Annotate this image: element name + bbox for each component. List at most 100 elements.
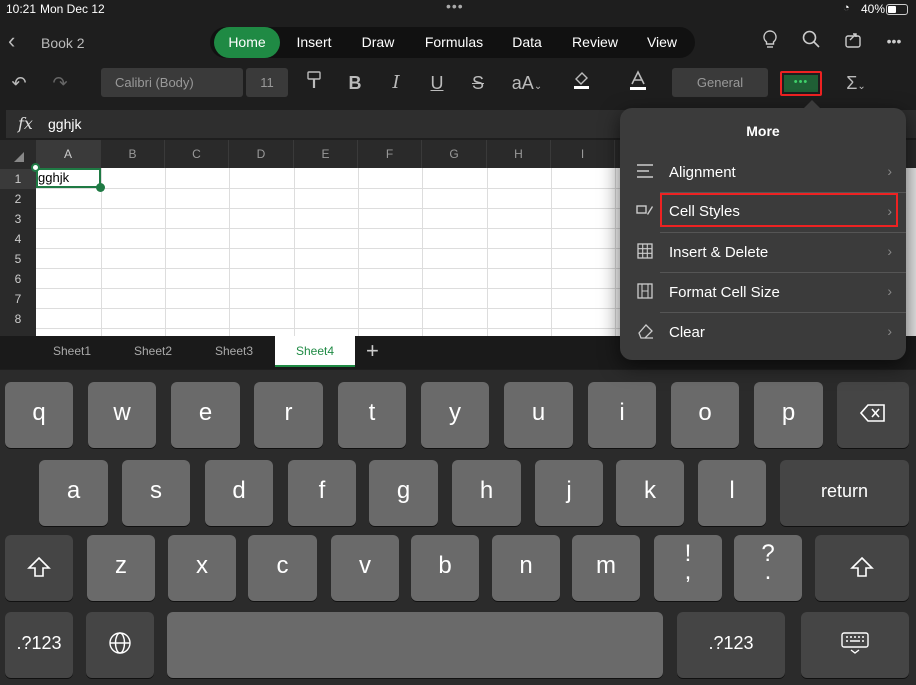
row-header-1[interactable]: 1 — [0, 169, 36, 189]
key-b[interactable]: b — [411, 535, 479, 601]
menu-item-insert-delete[interactable]: Insert & Delete › — [620, 233, 906, 273]
lightbulb-icon[interactable] — [759, 30, 781, 52]
ribbon-header: ‹ Book 2 Home Insert Draw Formulas Data … — [0, 20, 916, 64]
formula-value[interactable]: gghjk — [48, 116, 81, 132]
key-z[interactable]: z — [87, 535, 155, 601]
overflow-menu-icon[interactable]: ••• — [883, 30, 905, 52]
key-a[interactable]: a — [39, 460, 108, 526]
number-format-box[interactable]: General — [672, 68, 768, 97]
selection-handle-top[interactable] — [31, 163, 40, 172]
menu-item-clear[interactable]: Clear › — [620, 313, 906, 353]
italic-icon[interactable]: I — [385, 70, 407, 96]
add-sheet-icon[interactable]: + — [366, 338, 379, 364]
back-chevron-icon[interactable]: ‹ — [8, 30, 15, 52]
key-u[interactable]: u — [504, 382, 573, 448]
tab-draw[interactable]: Draw — [352, 27, 404, 58]
return-key[interactable]: return — [780, 460, 909, 526]
backspace-key[interactable] — [837, 382, 909, 448]
multitask-dots-icon[interactable]: ••• — [446, 0, 464, 14]
sheet-tab-4[interactable]: Sheet4 — [275, 336, 355, 367]
row-header-4[interactable]: 4 — [0, 229, 36, 249]
key-f[interactable]: f — [288, 460, 356, 526]
key-q[interactable]: q — [5, 382, 73, 448]
key-e[interactable]: e — [171, 382, 240, 448]
key-j[interactable]: j — [535, 460, 603, 526]
tab-view[interactable]: View — [638, 27, 686, 58]
sheet-tab-2[interactable]: Sheet2 — [113, 336, 193, 367]
bold-icon[interactable]: B — [344, 70, 366, 96]
menu-item-label: Cell Styles — [669, 203, 740, 220]
column-header-e[interactable]: E — [294, 140, 358, 168]
select-all-corner-icon[interactable] — [0, 140, 36, 168]
tab-formulas[interactable]: Formulas — [416, 27, 492, 58]
key-y[interactable]: y — [421, 382, 489, 448]
key-g[interactable]: g — [369, 460, 438, 526]
key-o[interactable]: o — [671, 382, 739, 448]
key-l[interactable]: l — [698, 460, 766, 526]
column-header-c[interactable]: C — [165, 140, 229, 168]
key-s[interactable]: s — [122, 460, 190, 526]
sheet-tab-3[interactable]: Sheet3 — [194, 336, 274, 367]
redo-icon[interactable]: ↷ — [49, 70, 71, 96]
menu-item-label: Format Cell Size — [669, 284, 780, 301]
key-r[interactable]: r — [254, 382, 323, 448]
font-color-icon[interactable] — [619, 70, 657, 96]
key-exclamation-comma[interactable]: ! , — [654, 535, 722, 601]
key-t[interactable]: t — [338, 382, 406, 448]
tab-home[interactable]: Home — [214, 27, 280, 58]
row-header-8[interactable]: 8 — [0, 309, 36, 329]
key-n[interactable]: n — [492, 535, 560, 601]
search-icon[interactable] — [800, 30, 822, 52]
key-d[interactable]: d — [205, 460, 273, 526]
tab-insert[interactable]: Insert — [286, 27, 342, 58]
menu-item-cell-styles[interactable]: Cell Styles › — [620, 193, 906, 233]
key-h[interactable]: h — [452, 460, 521, 526]
column-header-a[interactable]: A — [36, 140, 101, 168]
fill-color-icon[interactable] — [563, 70, 601, 96]
column-header-h[interactable]: H — [487, 140, 551, 168]
key-x[interactable]: x — [168, 535, 236, 601]
column-header-b[interactable]: B — [101, 140, 165, 168]
key-p[interactable]: p — [754, 382, 823, 448]
share-icon[interactable] — [842, 30, 864, 52]
key-k[interactable]: k — [616, 460, 684, 526]
key-i[interactable]: i — [588, 382, 656, 448]
menu-item-alignment[interactable]: Alignment › — [620, 153, 906, 193]
column-header-g[interactable]: G — [422, 140, 487, 168]
space-key[interactable] — [167, 612, 663, 678]
row-header-5[interactable]: 5 — [0, 249, 36, 269]
status-date: Mon Dec 12 — [40, 2, 105, 16]
row-header-3[interactable]: 3 — [0, 209, 36, 229]
tab-review[interactable]: Review — [564, 27, 626, 58]
shift-right-key[interactable] — [815, 535, 909, 601]
strikethrough-icon[interactable]: S — [467, 70, 489, 96]
numbers-key-left[interactable]: .?123 — [5, 612, 73, 678]
tab-data[interactable]: Data — [504, 27, 550, 58]
key-question-period[interactable]: ? . — [734, 535, 802, 601]
shift-left-key[interactable] — [5, 535, 73, 601]
column-header-i[interactable]: I — [551, 140, 615, 168]
key-m[interactable]: m — [572, 535, 640, 601]
undo-icon[interactable]: ↶ — [8, 70, 30, 96]
column-header-f[interactable]: F — [358, 140, 422, 168]
key-w[interactable]: w — [88, 382, 156, 448]
column-header-d[interactable]: D — [229, 140, 294, 168]
numbers-key-right[interactable]: .?123 — [677, 612, 785, 678]
key-c[interactable]: c — [248, 535, 317, 601]
font-size-box[interactable]: 11 — [246, 68, 288, 97]
sheet-tab-1[interactable]: Sheet1 — [32, 336, 112, 367]
more-button[interactable]: ••• — [780, 71, 822, 96]
autosum-icon[interactable]: Σ⌄ — [838, 70, 874, 96]
menu-item-format-cell-size[interactable]: Format Cell Size › — [620, 273, 906, 313]
selection-handle-bottom[interactable] — [96, 183, 105, 192]
row-header-7[interactable]: 7 — [0, 289, 36, 309]
key-v[interactable]: v — [331, 535, 399, 601]
font-size-change-icon[interactable]: aA⌄ — [508, 70, 546, 96]
format-painter-icon[interactable] — [303, 70, 325, 96]
row-header-6[interactable]: 6 — [0, 269, 36, 289]
font-name-box[interactable]: Calibri (Body) — [101, 68, 243, 97]
globe-key[interactable] — [86, 612, 154, 678]
hide-keyboard-key[interactable] — [801, 612, 909, 678]
row-header-2[interactable]: 2 — [0, 189, 36, 209]
underline-icon[interactable]: U — [426, 70, 448, 96]
